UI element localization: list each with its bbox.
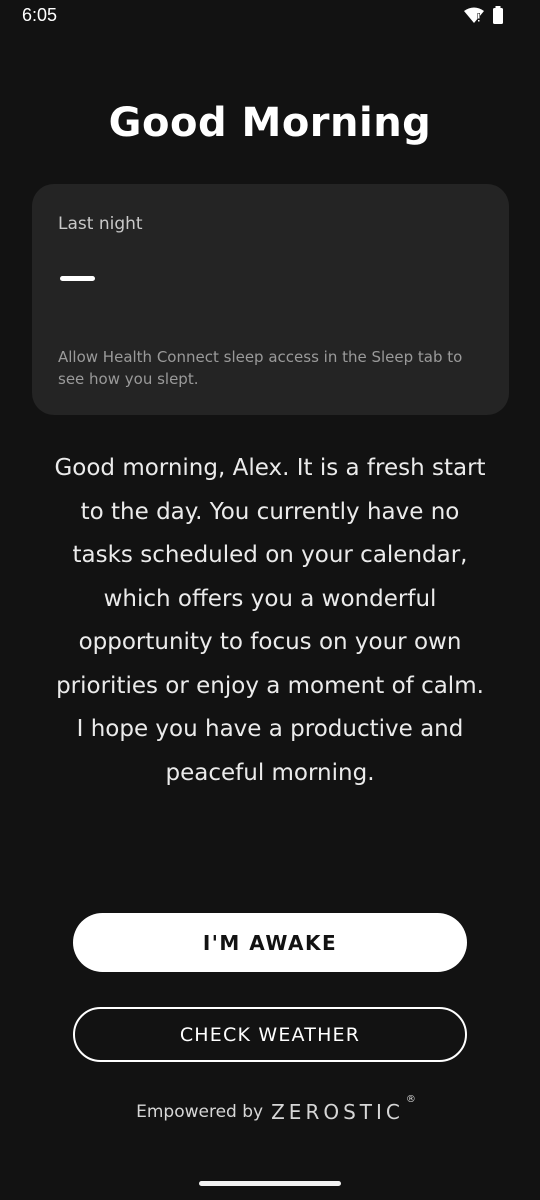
battery-icon bbox=[492, 6, 504, 24]
status-time: 6:05 bbox=[22, 5, 58, 25]
status-icons bbox=[464, 6, 504, 24]
sleep-card-label: Last night bbox=[58, 214, 143, 234]
home-indicator[interactable] bbox=[199, 1181, 341, 1186]
brand-name: ZEROSTIC bbox=[271, 1100, 404, 1124]
brand-registered-mark: ® bbox=[405, 1094, 416, 1105]
footer: Empowered by ZEROSTIC ® bbox=[0, 1094, 540, 1124]
page-title: Good Morning bbox=[108, 100, 432, 146]
awake-button[interactable]: I'M AWAKE bbox=[73, 913, 467, 972]
sleep-card: Last night Allow Health Connect sleep ac… bbox=[32, 184, 509, 415]
greeting-message: Good morning, Alex. It is a fresh start … bbox=[54, 455, 486, 786]
brand-logo: ZEROSTIC ® bbox=[271, 1094, 416, 1124]
wifi-alert-icon bbox=[464, 7, 484, 23]
sleep-card-hint: Allow Health Connect sleep access in the… bbox=[58, 348, 463, 388]
check-weather-button[interactable]: CHECK WEATHER bbox=[73, 1007, 467, 1062]
sleep-value-placeholder bbox=[60, 276, 95, 281]
status-bar: 6:05 bbox=[0, 0, 540, 34]
footer-prefix: Empowered by bbox=[136, 1102, 264, 1122]
